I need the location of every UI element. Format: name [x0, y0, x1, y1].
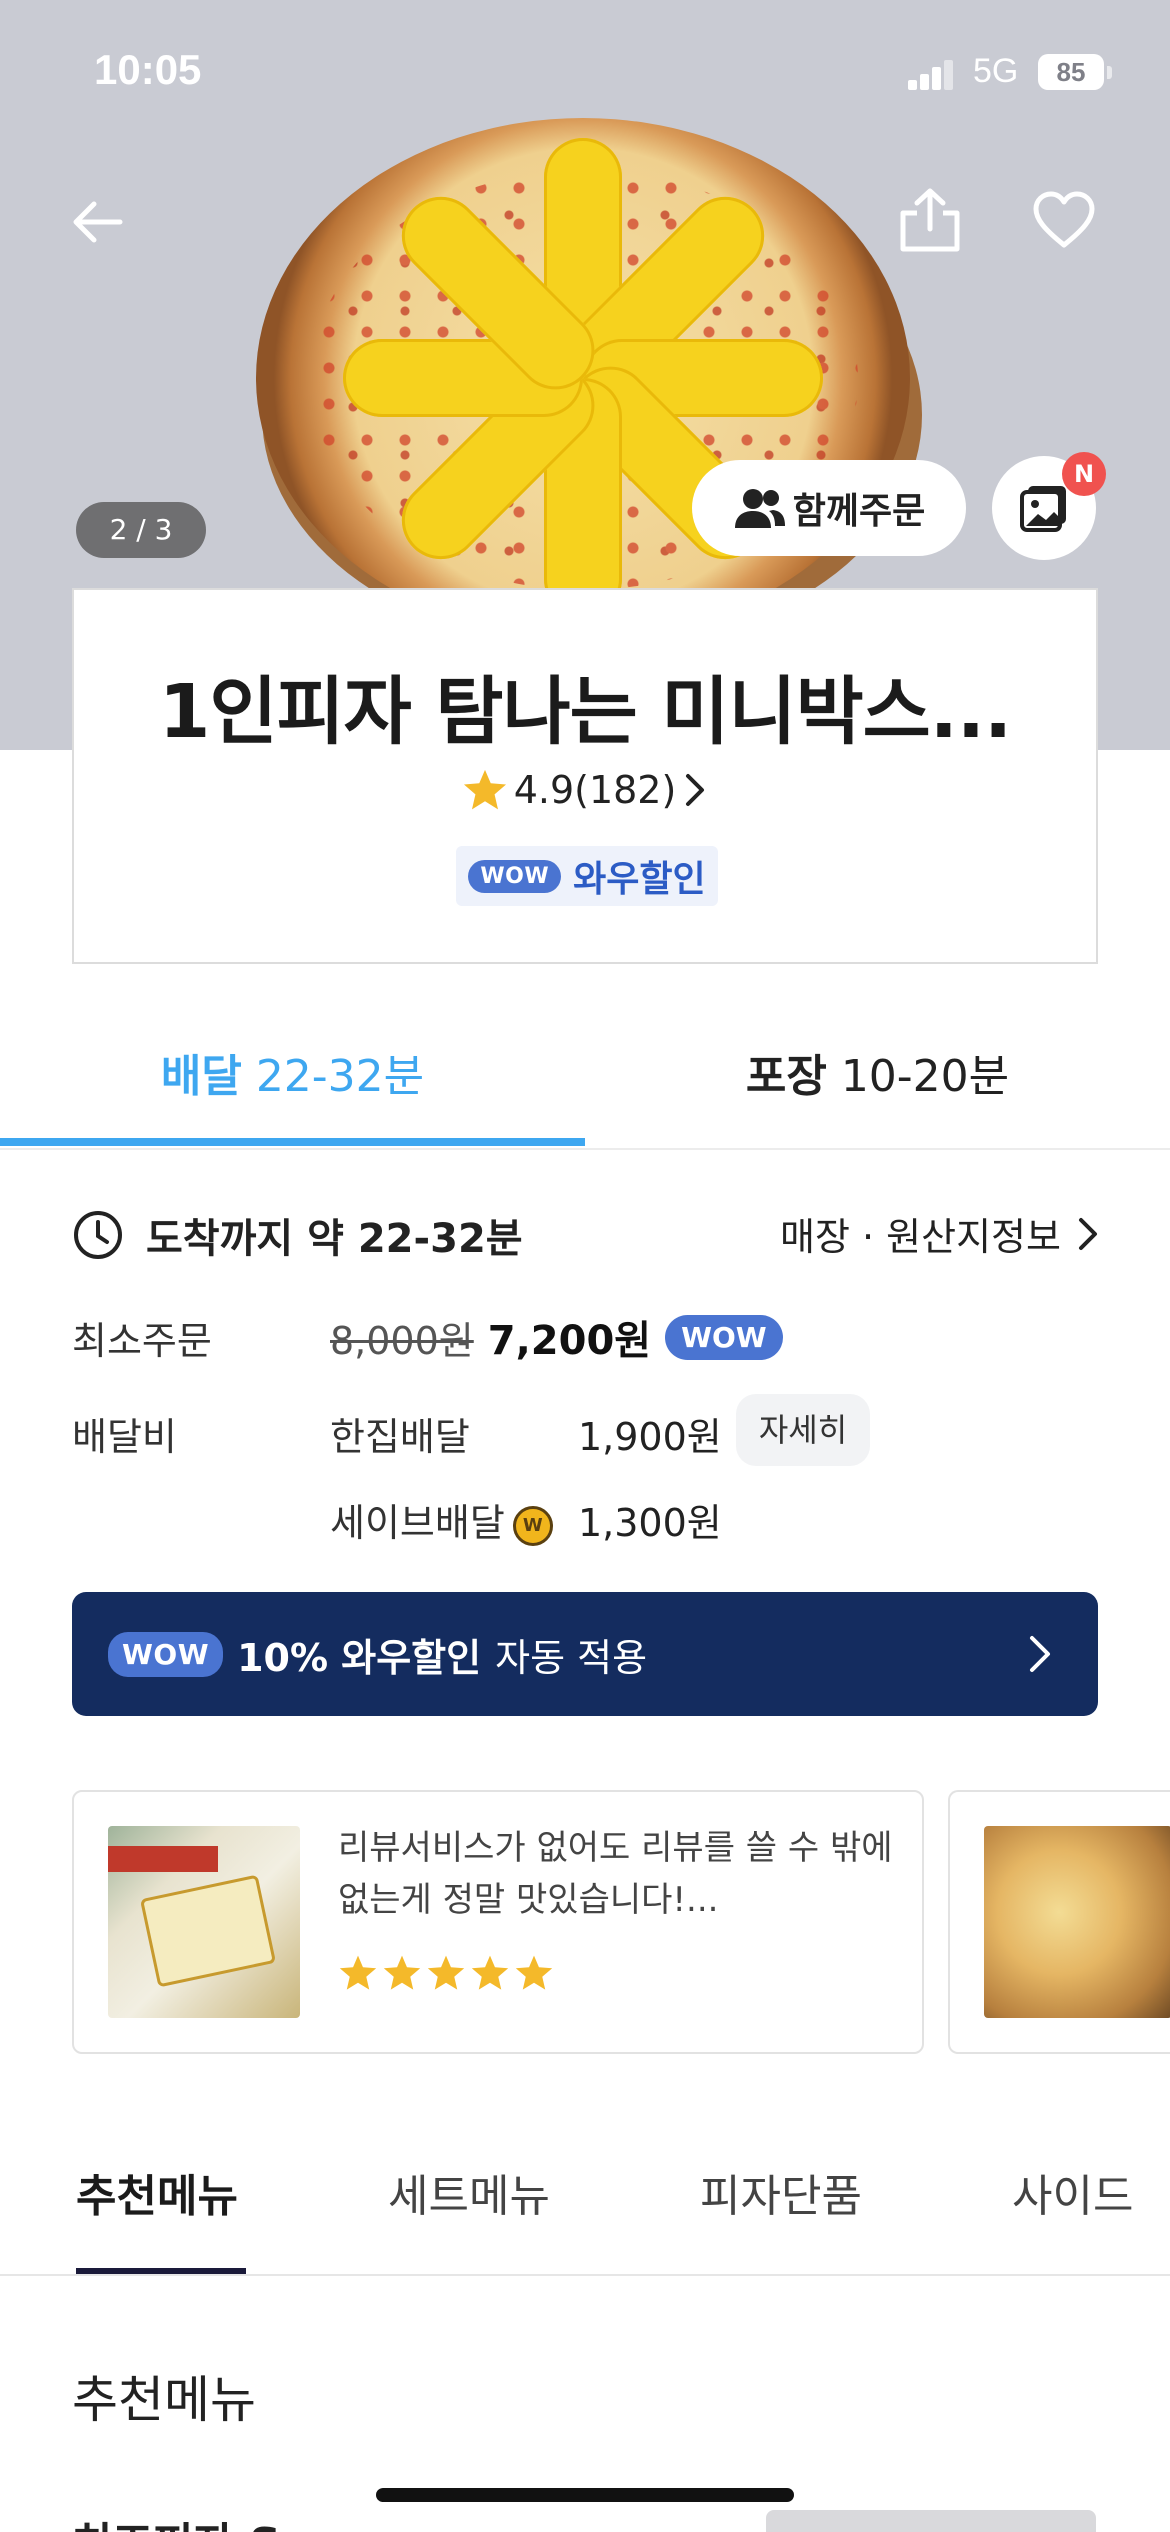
store-origin-info-link[interactable]: 매장 · 원산지정보 — [780, 1206, 1101, 1261]
favorite-button[interactable] — [1024, 180, 1104, 260]
fee-name-single: 한집배달 — [330, 1415, 470, 1459]
signal-icon — [908, 60, 954, 90]
wow-badge: WOW — [468, 859, 562, 893]
battery-icon: 85 — [1038, 54, 1104, 90]
sauce-packet — [139, 1874, 277, 1988]
menu-item[interactable]: 치즈피자 S — [72, 2500, 312, 2532]
new-badge: N — [1062, 452, 1106, 496]
wow-badge: WOW — [665, 1314, 783, 1360]
share-button[interactable] — [890, 180, 970, 260]
min-order-price: 7,200원 — [487, 1318, 652, 1364]
review-text: 리뷰서비스가 없어도 리뷰를 쓸 수 밖에 없는게 정말 맛있습니다!... — [338, 1828, 893, 1920]
together-order-label: 함께주문 — [792, 491, 926, 532]
image-counter: 2 / 3 — [76, 502, 206, 558]
wow-discount-label: 와우할인 — [573, 859, 706, 900]
fee-price-single: 1,900원 — [578, 1415, 722, 1459]
menu-tab-recommended[interactable]: 추천메뉴 — [76, 2160, 238, 2224]
review-photo — [108, 1826, 300, 2018]
divider — [0, 2274, 1170, 2276]
divider — [0, 1148, 1170, 1150]
status-bar: 10:05 5G 85 — [0, 0, 1170, 140]
chevron-right-icon — [686, 774, 705, 806]
star-icon — [463, 769, 506, 810]
review-card[interactable]: 리뷰서비스가 없어도 리뷰를 쓸 수 밖에 없는게 정말 맛있습니다!... — [72, 1790, 924, 2054]
menu-tab-set[interactable]: 세트메뉴 — [388, 2160, 550, 2224]
rating-link[interactable]: 4.9(182) — [74, 768, 1096, 812]
heart-icon — [1033, 191, 1095, 248]
tab-delivery[interactable]: 배달 22-32분 — [0, 1040, 585, 1150]
wow-discount-banner[interactable]: WOW 10% 와우할인 자동 적용 — [72, 1592, 1098, 1716]
star-icon — [427, 1955, 465, 1990]
review-card[interactable] — [948, 1790, 1170, 2054]
menu-tab-pizza[interactable]: 피자단품 — [700, 2160, 862, 2224]
tab-active-indicator — [0, 1138, 585, 1146]
star-icon — [471, 1955, 509, 1990]
min-order-values: 8,000원 7,200원 WOW — [330, 1308, 783, 1366]
share-icon — [900, 188, 960, 252]
arrival-time: 도착까지 약 22-32분 — [72, 1206, 523, 1264]
tab-takeout-type: 포장 — [745, 1051, 827, 1102]
tab-takeout-time: 10-20분 — [840, 1051, 1010, 1102]
fee-name-save: 세이브배달 — [330, 1501, 505, 1545]
home-indicator — [376, 2488, 794, 2502]
back-button[interactable] — [56, 182, 136, 262]
fee-price-save: 1,300원 — [578, 1501, 722, 1545]
store-info-label: 매장 · 원산지정보 — [780, 1215, 1061, 1259]
min-order-label: 최소주문 — [72, 1319, 212, 1363]
wow-banner-text: 자동 적용 — [495, 1635, 648, 1680]
clock-icon — [74, 1211, 122, 1259]
tab-takeout[interactable]: 포장 10-20분 — [585, 1040, 1170, 1150]
status-time: 10:05 — [94, 46, 202, 93]
back-arrow-icon — [73, 201, 123, 243]
section-title: 추천메뉴 — [72, 2371, 256, 2429]
box-label — [108, 1846, 218, 1872]
fee-detail-button[interactable]: 자세히 — [736, 1394, 870, 1466]
store-info-card: 1인피자 탐나는 미니박스... 4.9(182) WOW 와우할인 — [72, 588, 1098, 964]
fee-name-save-row: 세이브배달 W — [330, 1492, 553, 1547]
together-order-button[interactable]: 함께주문 — [692, 460, 966, 556]
tab-delivery-time: 22-32분 — [255, 1051, 425, 1102]
wow-banner-highlight: 10% 와우할인 — [237, 1635, 482, 1680]
tab-delivery-type: 배달 — [160, 1051, 242, 1102]
menu-tab-side[interactable]: 사이드 — [1012, 2160, 1133, 2224]
review-photo — [984, 1826, 1170, 2018]
photo-album-icon — [1020, 486, 1066, 532]
wow-discount-chip: WOW 와우할인 — [456, 846, 718, 906]
wow-badge: WOW — [108, 1631, 224, 1677]
chevron-right-icon — [1030, 1636, 1050, 1672]
star-icon — [515, 1955, 553, 1990]
star-icon — [339, 1955, 377, 1990]
network-label: 5G — [973, 52, 1019, 90]
rating-value: 4.9(182) — [513, 768, 677, 812]
people-icon — [734, 489, 785, 528]
store-name: 1인피자 탐나는 미니박스... — [158, 669, 1012, 755]
delivery-fee-label: 배달비 — [72, 1415, 177, 1459]
chevron-right-icon — [1078, 1217, 1097, 1250]
battery-tip — [1107, 66, 1112, 79]
menu-item-image[interactable] — [766, 2510, 1096, 2532]
review-stars — [338, 1954, 554, 1992]
star-icon — [383, 1955, 421, 1990]
min-order-original-price: 8,000원 — [330, 1318, 474, 1363]
arrival-label: 도착까지 약 22-32분 — [146, 1216, 523, 1262]
save-coin-icon: W — [512, 1505, 553, 1546]
menu-item-name: 치즈피자 S — [72, 2508, 312, 2532]
